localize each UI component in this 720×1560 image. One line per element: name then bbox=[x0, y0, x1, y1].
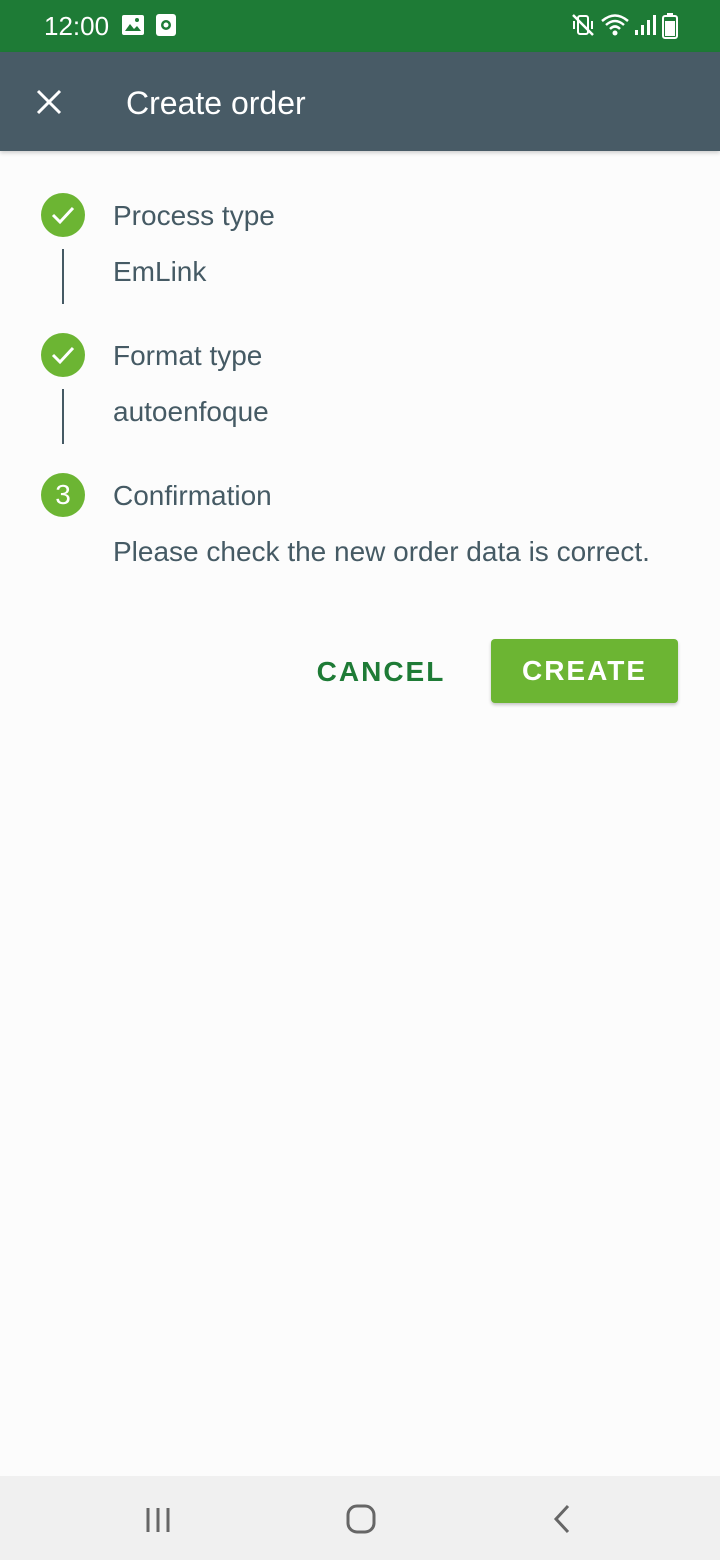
wifi-icon bbox=[600, 13, 630, 42]
home-button[interactable] bbox=[331, 1494, 391, 1542]
close-button[interactable] bbox=[22, 75, 76, 129]
back-button[interactable] bbox=[533, 1494, 593, 1542]
step-title: Format type bbox=[113, 340, 263, 371]
app-bar: Create order bbox=[0, 52, 720, 151]
battery-icon bbox=[662, 13, 678, 44]
status-bar: 12:00 bbox=[0, 0, 720, 52]
screen-record-icon bbox=[155, 13, 177, 42]
vibrate-icon bbox=[571, 13, 595, 42]
cancel-button[interactable]: CANCEL bbox=[296, 641, 466, 703]
step-description: Please check the new order data is corre… bbox=[113, 536, 650, 567]
step-completed-indicator bbox=[41, 333, 85, 377]
navigation-bar bbox=[0, 1476, 720, 1560]
step-completed-indicator bbox=[41, 193, 85, 237]
status-time: 12:00 bbox=[44, 11, 110, 41]
signal-icon bbox=[633, 13, 657, 42]
step-value: autoenfoque bbox=[113, 396, 269, 427]
step-number-indicator: 3 bbox=[41, 473, 85, 517]
page-title: Create order bbox=[126, 85, 306, 121]
image-icon bbox=[121, 13, 145, 42]
step-title: Process type bbox=[113, 200, 275, 231]
close-icon bbox=[22, 89, 76, 133]
step-value: EmLink bbox=[113, 256, 207, 287]
recent-apps-button[interactable] bbox=[130, 1494, 190, 1542]
step-connector bbox=[62, 249, 64, 304]
step-title: Confirmation bbox=[113, 480, 272, 511]
step-connector bbox=[62, 389, 64, 444]
create-button[interactable]: CREATE bbox=[491, 639, 678, 703]
step-number: 3 bbox=[55, 479, 71, 510]
